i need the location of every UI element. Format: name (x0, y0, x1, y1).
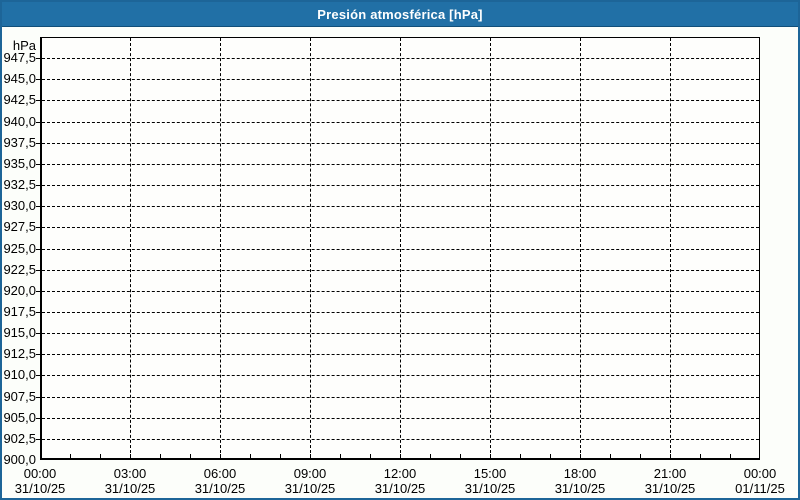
y-axis-label: 912,5 (3, 346, 36, 362)
y-axis-label: 937,5 (3, 134, 36, 150)
y-axis-label: 942,5 (3, 92, 36, 108)
x-axis-tick (130, 454, 131, 458)
x-axis-date-label: 01/11/25 (735, 481, 785, 496)
y-axis-tick (36, 311, 40, 313)
x-axis-label: 00:00 31/10/25 (2, 466, 80, 496)
x-axis-tick (370, 454, 371, 458)
x-axis-tick (100, 454, 101, 458)
x-axis-tick (700, 454, 701, 458)
x-axis-label: 00:00 01/11/25 (720, 466, 798, 496)
x-axis-tick (610, 454, 611, 458)
y-axis-label: 935,0 (3, 155, 36, 171)
v-gridline (580, 38, 581, 458)
x-axis-date-label: 31/10/25 (104, 481, 156, 496)
y-axis-label: 907,5 (3, 388, 36, 404)
x-axis-tick (490, 454, 491, 458)
y-axis-tick (36, 206, 40, 208)
x-axis-tick (280, 454, 281, 458)
y-axis-tick (36, 354, 40, 356)
y-axis-label: 920,0 (3, 282, 36, 298)
y-axis-label: 922,5 (3, 261, 36, 277)
v-gridline (220, 38, 221, 458)
x-axis-tick (580, 454, 581, 458)
y-axis-tick (36, 333, 40, 335)
x-axis-tick (220, 454, 221, 458)
x-axis-time-label: 12:00 (383, 466, 417, 481)
x-axis-time-label: 15:00 (473, 466, 507, 481)
y-axis-label: 905,0 (3, 409, 36, 425)
y-axis-tick (36, 142, 40, 144)
y-axis-label: 930,0 (3, 198, 36, 214)
y-axis-tick (36, 417, 40, 419)
x-axis-tick (250, 454, 251, 458)
y-axis-tick (36, 396, 40, 398)
x-axis-tick (190, 454, 191, 458)
x-axis-date-label: 31/10/25 (374, 481, 426, 496)
x-axis-date-label: 31/10/25 (14, 481, 66, 496)
y-axis-tick (36, 227, 40, 229)
y-axis-label: 917,5 (3, 303, 36, 319)
y-axis-tick (36, 100, 40, 102)
y-axis-label: 902,5 (3, 430, 36, 446)
y-axis-tick (36, 121, 40, 123)
v-gridline (670, 38, 671, 458)
x-axis-label: 12:00 31/10/25 (360, 466, 440, 496)
y-axis-label: 910,0 (3, 367, 36, 383)
x-axis-date-label: 31/10/25 (284, 481, 336, 496)
y-axis-tick (36, 185, 40, 187)
x-axis-tick (730, 454, 731, 458)
y-axis-tick (36, 79, 40, 81)
x-axis-label: 03:00 31/10/25 (90, 466, 170, 496)
x-axis-tick (640, 454, 641, 458)
x-axis-date-label: 31/10/25 (194, 481, 246, 496)
pressure-chart: hPa 947,5 945,0 942,5 940,0 937,5 935,0 932,5 9… (2, 2, 798, 498)
y-axis-label: 932,5 (3, 177, 36, 193)
y-axis-label: 915,0 (3, 325, 36, 341)
x-axis-tick (400, 454, 401, 458)
x-axis-tick (520, 454, 521, 458)
x-axis-label: 18:00 31/10/25 (540, 466, 620, 496)
x-axis-tick (460, 454, 461, 458)
x-axis-label: 06:00 31/10/25 (180, 466, 260, 496)
x-axis-time-label: 09:00 (293, 466, 327, 481)
x-axis-tick (70, 454, 71, 458)
x-axis-time-label: 03:00 (113, 466, 147, 481)
y-axis-tick (36, 269, 40, 271)
x-axis-tick (430, 454, 431, 458)
x-axis-date-label: 31/10/25 (644, 481, 696, 496)
x-axis-tick (160, 454, 161, 458)
x-axis-tick (670, 454, 671, 458)
v-gridline (400, 38, 401, 458)
x-axis-time-label: 18:00 (563, 466, 597, 481)
y-axis-label: 945,0 (3, 71, 36, 87)
y-axis-tick (36, 438, 40, 440)
x-axis-time-label: 06:00 (203, 466, 237, 481)
x-axis-label: 09:00 31/10/25 (270, 466, 350, 496)
x-axis-label: 21:00 31/10/25 (630, 466, 710, 496)
y-axis-label: 947,5 (3, 50, 36, 66)
y-axis-tick (36, 290, 40, 292)
v-gridline (130, 38, 131, 458)
y-axis-label: 925,0 (3, 240, 36, 256)
app-window: Presión atmosférica [hPa] hPa 947,5 945,0… (0, 0, 800, 500)
x-axis-tick (310, 454, 311, 458)
x-axis-date-label: 31/10/25 (554, 481, 606, 496)
y-axis-tick (36, 375, 40, 377)
y-axis-label: 940,0 (3, 113, 36, 129)
x-axis-date-label: 31/10/25 (464, 481, 516, 496)
x-axis-time-label: 00:00 (743, 466, 777, 481)
y-axis-label: 927,5 (3, 219, 36, 235)
x-axis-tick (340, 454, 341, 458)
y-axis-tick (36, 163, 40, 165)
x-axis-tick (550, 454, 551, 458)
y-axis-tick (36, 248, 40, 250)
v-gridline (310, 38, 311, 458)
v-gridline (490, 38, 491, 458)
y-axis-tick (36, 58, 40, 60)
x-axis-label: 15:00 31/10/25 (450, 466, 530, 496)
x-axis-time-label: 21:00 (653, 466, 687, 481)
x-axis-time-label: 00:00 (23, 466, 57, 481)
